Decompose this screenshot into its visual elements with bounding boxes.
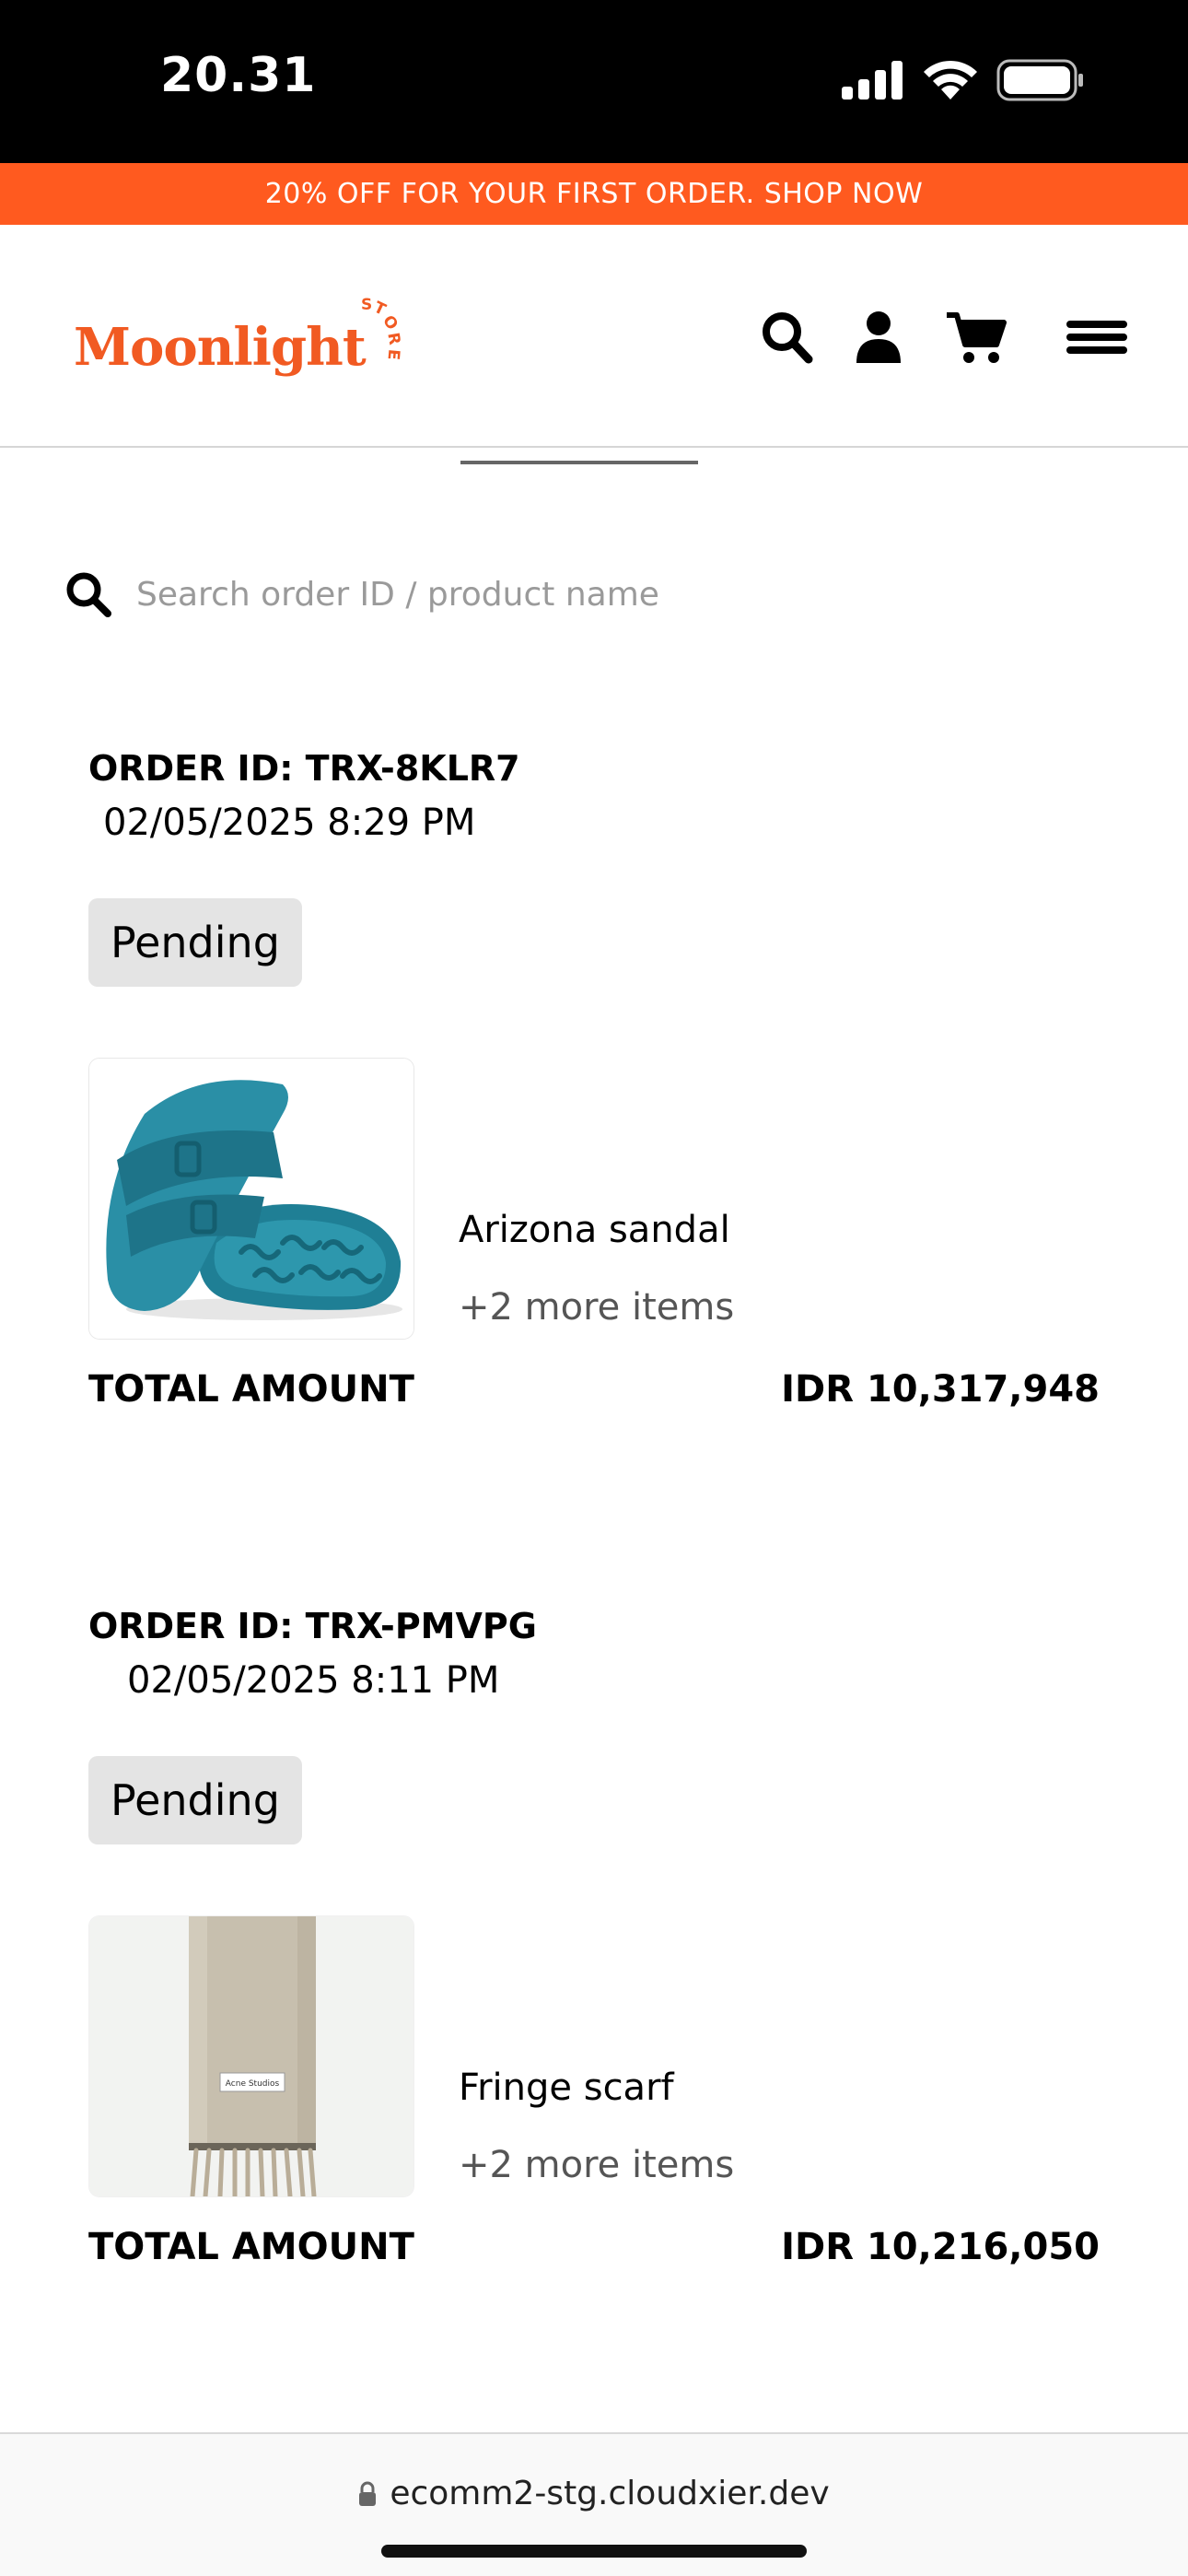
status-badge: Pending <box>88 898 302 987</box>
moonlight-logo[interactable]: Moonlight S T O R E <box>74 289 405 391</box>
lock-icon <box>359 2481 377 2506</box>
cart-icon[interactable] <box>945 310 1007 365</box>
search-input[interactable] <box>136 575 1057 614</box>
more-items: +2 more items <box>459 2144 735 2186</box>
total-amount-value: IDR 10,216,050 <box>781 2226 1100 2268</box>
logo-store-badge: S T O R E <box>361 296 403 360</box>
status-badge: Pending <box>88 1756 302 1844</box>
url-text: ecomm2-stg.cloudxier.dev <box>390 2475 830 2512</box>
cellular-signal-icon <box>842 61 903 100</box>
more-items: +2 more items <box>459 1286 735 1329</box>
url-row[interactable]: ecomm2-stg.cloudxier.dev <box>0 2475 1188 2512</box>
total-amount-label: TOTAL AMOUNT <box>88 1368 414 1411</box>
scarf-image: Acne Studios <box>89 1916 413 2196</box>
battery-icon <box>996 59 1083 101</box>
scarf-label-text: Acne Studios <box>226 2079 280 2089</box>
site-header: Moonlight S T O R E <box>0 225 1188 448</box>
order-date: 02/05/2025 8:29 PM <box>103 802 476 844</box>
order-search <box>64 557 1124 631</box>
total-amount-value: IDR 10,317,948 <box>781 1368 1100 1411</box>
promo-banner[interactable]: 20% OFF FOR YOUR FIRST ORDER. SHOP NOW <box>0 163 1188 225</box>
active-tab-indicator <box>460 461 698 464</box>
wifi-icon <box>924 60 977 100</box>
product-image[interactable]: Acne Studios <box>88 1915 414 2197</box>
status-time: 20.31 <box>160 48 317 103</box>
search-icon[interactable] <box>761 310 814 365</box>
svg-text:E: E <box>383 348 402 360</box>
home-indicator[interactable] <box>381 2545 807 2558</box>
product-name: Fringe scarf <box>459 2067 674 2109</box>
total-amount-label: TOTAL AMOUNT <box>88 2226 414 2268</box>
menu-icon[interactable] <box>1065 310 1129 365</box>
order-date: 02/05/2025 8:11 PM <box>127 1659 500 1702</box>
order-id: ORDER ID: TRX-8KLR7 <box>88 748 520 789</box>
user-icon[interactable] <box>855 310 903 365</box>
search-icon <box>66 572 111 617</box>
sandal-image <box>89 1059 413 1339</box>
status-bar: 20.31 <box>0 0 1188 163</box>
product-image[interactable] <box>88 1058 414 1340</box>
svg-text:R: R <box>383 332 403 346</box>
browser-address-bar[interactable]: ecomm2-stg.cloudxier.dev <box>0 2432 1188 2576</box>
product-name: Arizona sandal <box>459 1209 730 1251</box>
order-id: ORDER ID: TRX-PMVPG <box>88 1606 537 1646</box>
svg-text:S: S <box>361 296 372 314</box>
